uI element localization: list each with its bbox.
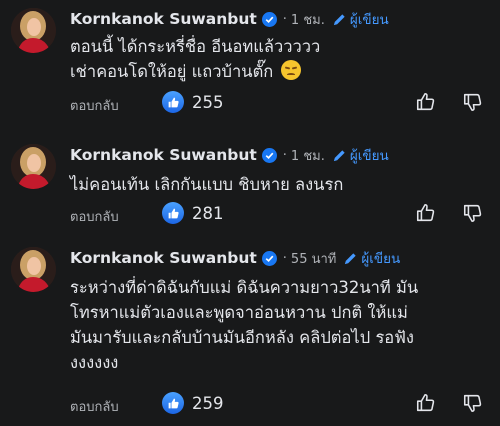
comment-header: Kornkanok Suwanbut · 1 ชม. ผู้เขียน: [70, 144, 389, 166]
reply-button[interactable]: ตอบกลับ: [70, 95, 119, 116]
avatar[interactable]: [11, 247, 56, 292]
comment-footer: ตอบกลับ 255: [70, 91, 490, 115]
timestamp[interactable]: 55 นาที: [291, 248, 336, 269]
author-badge: ผู้เขียน: [332, 144, 389, 166]
author-name[interactable]: Kornkanok Suwanbut: [70, 10, 257, 28]
like-icon: [162, 202, 184, 224]
comment-footer: ตอบกลับ 259: [70, 392, 490, 416]
thumbs-down-icon[interactable]: [462, 91, 484, 113]
like-icon: [162, 91, 184, 113]
comment-header: Kornkanok Suwanbut · 55 นาที ผู้เขียน: [70, 247, 400, 269]
comment-text: ตอนนี้ ได้กระหรี่ชื่อ อีนอทแล้ววววว เช่า…: [70, 34, 490, 84]
comment-header: Kornkanok Suwanbut · 1 ชม. ผู้เขียน: [70, 8, 389, 30]
pencil-icon: [333, 149, 345, 161]
comment-text: ไม่คอนเท้น เลิกกันแบบ ชิบหาย ลงนรก: [70, 172, 490, 197]
author-badge-label: ผู้เขียน: [349, 148, 389, 164]
thumbs-up-icon[interactable]: [415, 202, 437, 224]
verified-badge-icon: [261, 11, 277, 27]
reply-button[interactable]: ตอบกลับ: [70, 396, 119, 417]
comment-footer: ตอบกลับ 281: [70, 202, 490, 226]
thumbs-down-icon[interactable]: [462, 202, 484, 224]
like-count: 259: [192, 393, 224, 413]
thumbs-up-icon[interactable]: [415, 392, 437, 414]
comment-line: เช่าคอนโดให้อยู่ แถวบ้านตั๊ก: [70, 62, 274, 81]
like-count-group[interactable]: 259: [162, 392, 224, 414]
pencil-icon: [345, 252, 357, 264]
avatar[interactable]: [11, 8, 56, 53]
comment-line: ไม่คอนเท้น เลิกกันแบบ ชิบหาย ลงนรก: [70, 175, 344, 194]
comment-line: ระหว่างที่ด่าดิฉันกับแม่ ดิฉันความยาว32น…: [70, 278, 419, 297]
thumbs-up-icon[interactable]: [415, 91, 437, 113]
comment-line: โทรหาแม่ตัวเองและพูดจาอ่อนหวาน ปกติ ให้แ…: [70, 303, 408, 322]
author-badge: ผู้เขียน: [332, 8, 389, 30]
author-name[interactable]: Kornkanok Suwanbut: [70, 249, 257, 267]
comment-line: ตอนนี้ ได้กระหรี่ชื่อ อีนอทแล้ววววว: [70, 37, 321, 56]
like-count-group[interactable]: 255: [162, 91, 224, 113]
pensive-face-icon: [280, 60, 301, 80]
separator-dot: ·: [282, 147, 287, 163]
reply-button[interactable]: ตอบกลับ: [70, 206, 119, 227]
like-count: 281: [192, 203, 224, 223]
thumbs-down-icon[interactable]: [462, 392, 484, 414]
author-badge-label: ผู้เขียน: [349, 12, 389, 28]
verified-badge-icon: [261, 250, 277, 266]
separator-dot: ·: [282, 11, 287, 27]
comment-text: ระหว่างที่ด่าดิฉันกับแม่ ดิฉันความยาว32น…: [70, 275, 490, 375]
author-badge: ผู้เขียน: [343, 247, 400, 269]
timestamp[interactable]: 1 ชม.: [291, 9, 325, 30]
timestamp[interactable]: 1 ชม.: [291, 145, 325, 166]
like-icon: [162, 392, 184, 414]
verified-badge-icon: [261, 147, 277, 163]
comment-line: งงงงงง: [70, 353, 119, 372]
avatar[interactable]: [11, 144, 56, 189]
like-count: 255: [192, 92, 224, 112]
comment-2: Kornkanok Suwanbut · 1 ชม. ผู้เขียน ไม่ค…: [0, 142, 500, 232]
pencil-icon: [333, 13, 345, 25]
comment-line-with-emoji: เช่าคอนโดให้อยู่ แถวบ้านตั๊ก: [70, 59, 490, 84]
author-badge-label: ผู้เขียน: [361, 251, 401, 267]
like-count-group[interactable]: 281: [162, 202, 224, 224]
separator-dot: ·: [282, 250, 287, 266]
author-name[interactable]: Kornkanok Suwanbut: [70, 146, 257, 164]
comment-line: มันมารับและกลับบ้านมันอีกหลัง คลิปต่อไป …: [70, 328, 414, 347]
comment-1: Kornkanok Suwanbut · 1 ชม. ผู้เขียน ตอนน…: [0, 6, 500, 116]
comment-3: Kornkanok Suwanbut · 55 นาที ผู้เขียน ระ…: [0, 245, 500, 420]
